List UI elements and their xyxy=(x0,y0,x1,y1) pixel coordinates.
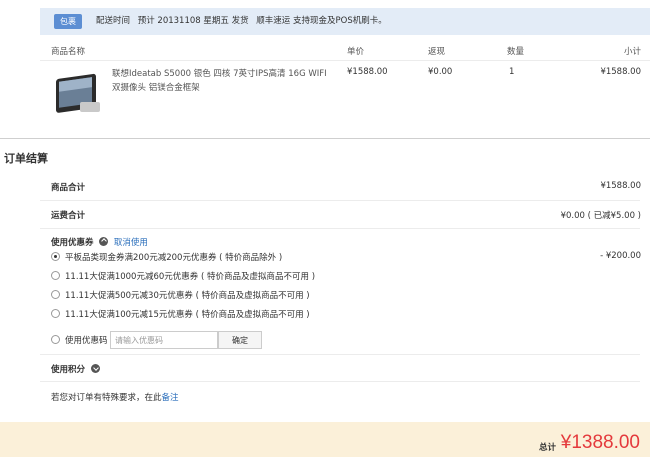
coupon-radio[interactable] xyxy=(51,252,60,261)
delivery-time-label: 配送时间 xyxy=(96,16,131,26)
goods-total-label: 商品合计 xyxy=(51,183,86,193)
column-header-product: 商品名称 xyxy=(51,47,86,57)
coupon-option[interactable]: 11.11大促满1000元减60元优惠券 ( 特价商品及虚拟商品不可用 ) xyxy=(51,270,641,284)
divider xyxy=(40,381,640,382)
column-header-rebate: 返现 xyxy=(428,47,446,57)
coupon-option[interactable]: 11.11大促满500元减30元优惠券 ( 特价商品及虚拟商品不可用 ) xyxy=(51,289,641,303)
shipping-row: 运费合计 ¥0.00 ( 已减¥5.00 ) xyxy=(51,209,641,225)
product-subtotal: ¥1588.00 xyxy=(600,67,641,77)
column-header-subtotal: 小计 xyxy=(623,47,641,57)
coupon-header: 使用优惠券 取消使用 xyxy=(51,236,148,248)
coupon-label: 平板品类现金券满200元减200元优惠券 ( 特价商品除外 ) xyxy=(65,253,283,263)
divider xyxy=(40,60,650,61)
chevron-up-icon[interactable] xyxy=(99,237,109,246)
cancel-coupon-link[interactable]: 取消使用 xyxy=(114,238,148,248)
coupon-code-label: 使用优惠码 xyxy=(65,336,108,346)
package-tag: 包裹 xyxy=(54,14,82,29)
remark-text: 若您对订单有特殊要求，在此 xyxy=(51,393,162,403)
delivery-info: 配送时间 预计 20131108 星期五 发货 顺丰速运 支持现金及POS机刷卡… xyxy=(96,8,392,35)
coupon-discount: - ¥200.00 xyxy=(600,251,641,261)
goods-total-row: 商品合计 ¥1588.00 xyxy=(51,181,641,197)
coupon-code-radio[interactable] xyxy=(51,335,60,344)
section-divider xyxy=(0,138,650,139)
points-row[interactable]: 使用积分 xyxy=(51,363,103,375)
shipping-value: ¥0.00 ( 已减¥5.00 ) xyxy=(560,211,641,221)
points-label: 使用积分 xyxy=(51,365,86,375)
coupon-label: 11.11大促满500元减30元优惠券 ( 特价商品及虚拟商品不可用 ) xyxy=(65,291,310,301)
product-name[interactable]: 联想Ideatab S5000 银色 四核 7英寸IPS高清 16G WIFI … xyxy=(112,67,337,95)
coupon-radio[interactable] xyxy=(51,309,60,318)
divider xyxy=(40,200,640,201)
coupon-radio[interactable] xyxy=(51,290,60,299)
order-total-bar: 总计 ¥1388.00 xyxy=(0,422,650,457)
coupon-radio[interactable] xyxy=(51,271,60,280)
remark-row: 若您对订单有特殊要求，在此备注 xyxy=(51,391,179,403)
coupon-label: 11.11大促满100元减15元优惠券 ( 特价商品及虚拟商品不可用 ) xyxy=(65,310,310,320)
delivery-estimate: 预计 20131108 星期五 发货 xyxy=(137,16,249,26)
coupon-code-input[interactable] xyxy=(110,331,218,349)
product-rebate: ¥0.00 xyxy=(428,67,453,77)
chevron-down-icon[interactable] xyxy=(90,364,100,373)
product-image[interactable] xyxy=(50,68,102,114)
coupon-label: 11.11大促满1000元减60元优惠券 ( 特价商品及虚拟商品不可用 ) xyxy=(65,272,316,282)
product-price: ¥1588.00 xyxy=(347,67,388,77)
product-quantity: 1 xyxy=(509,67,515,77)
package-bar: 包裹 配送时间 预计 20131108 星期五 发货 顺丰速运 支持现金及POS… xyxy=(40,8,650,35)
coupon-title: 使用优惠券 xyxy=(51,238,94,248)
coupon-option[interactable]: 11.11大促满100元减15元优惠券 ( 特价商品及虚拟商品不可用 ) xyxy=(51,308,641,322)
divider xyxy=(40,228,640,229)
total-label: 总计 xyxy=(538,443,556,453)
remark-link[interactable]: 备注 xyxy=(162,393,179,403)
settlement-title: 订单结算 xyxy=(4,152,48,165)
divider xyxy=(40,354,640,355)
confirm-button[interactable]: 确定 xyxy=(218,331,262,349)
total-value: ¥1388.00 xyxy=(560,432,640,453)
goods-total-value: ¥1588.00 xyxy=(600,181,641,191)
column-header-price: 单价 xyxy=(347,47,365,57)
delivery-note: 顺丰速运 支持现金及POS机刷卡。 xyxy=(256,16,387,26)
shipping-label: 运费合计 xyxy=(51,211,86,221)
coupon-option[interactable]: 平板品类现金券满200元减200元优惠券 ( 特价商品除外 ) - ¥200.0… xyxy=(51,251,641,265)
column-header-quantity: 数量 xyxy=(507,47,525,57)
